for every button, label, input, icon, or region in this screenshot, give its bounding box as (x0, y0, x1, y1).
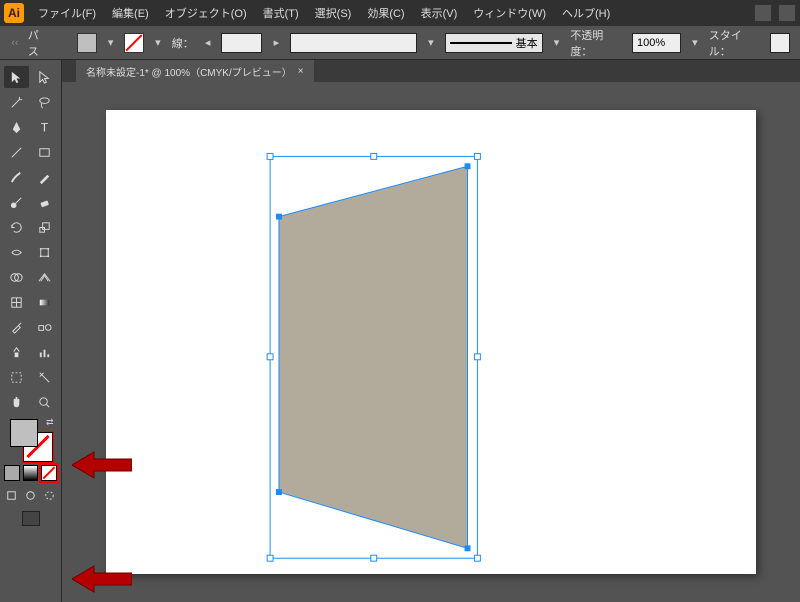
color-mode-button[interactable] (4, 465, 20, 481)
screen-mode-button[interactable] (22, 511, 40, 526)
app-logo: Ai (4, 3, 24, 23)
menu-window[interactable]: ウィンドウ(W) (471, 1, 548, 25)
free-transform-tool[interactable] (32, 241, 57, 263)
draw-inside-icon[interactable] (41, 484, 57, 506)
scale-tool[interactable] (32, 216, 57, 238)
artboard-tool[interactable] (4, 366, 29, 388)
shape-builder-tool[interactable] (4, 266, 29, 288)
brush-dropdown-icon[interactable]: ▾ (425, 34, 437, 52)
fill-color-box[interactable] (10, 419, 38, 447)
artboard[interactable] (106, 110, 756, 574)
fill-dropdown-icon[interactable]: ▾ (105, 34, 117, 52)
tab-title: 名称未設定-1* @ 100%（CMYK/プレビュー） (86, 64, 292, 79)
menu-format[interactable]: 書式(T) (261, 1, 301, 25)
menu-object[interactable]: オブジェクト(O) (163, 1, 249, 25)
menu-edit[interactable]: 編集(E) (110, 1, 151, 25)
tab-close-icon[interactable]: × (298, 66, 304, 77)
menu-view[interactable]: 表示(V) (419, 1, 460, 25)
menu-file[interactable]: ファイル(F) (36, 1, 98, 25)
pen-tool[interactable] (4, 116, 29, 138)
symbol-sprayer-tool[interactable] (4, 341, 29, 363)
style-label: スタイル： (709, 27, 763, 59)
draw-behind-icon[interactable] (23, 484, 39, 506)
swap-fill-stroke-icon[interactable]: ⇄ (46, 417, 54, 428)
document-tab[interactable]: 名称未設定-1* @ 100%（CMYK/プレビュー） × (76, 60, 314, 82)
column-graph-tool[interactable] (32, 341, 57, 363)
profile-dropdown-icon[interactable]: ▾ (551, 34, 563, 52)
paintbrush-tool[interactable] (4, 166, 29, 188)
fill-stroke-indicator: ⇄ (10, 419, 52, 461)
menu-effect[interactable]: 効果(C) (365, 1, 406, 25)
width-tool[interactable] (4, 241, 29, 263)
blob-brush-tool[interactable] (4, 191, 29, 213)
mesh-tool[interactable] (4, 291, 29, 313)
selection-tool[interactable] (4, 66, 29, 88)
selection-type-label: パス (28, 27, 49, 59)
stroke-weight-inc-icon[interactable]: ▸ (270, 34, 282, 52)
workspace: T ⇄ (0, 60, 800, 602)
menu-help[interactable]: ヘルプ(H) (560, 1, 612, 25)
brush-definition-input[interactable] (290, 33, 417, 53)
gradient-tool[interactable] (32, 291, 57, 313)
stroke-swatch[interactable] (124, 33, 144, 53)
lasso-tool[interactable] (32, 91, 57, 113)
direct-selection-tool[interactable] (32, 66, 57, 88)
arrange-icon[interactable] (778, 4, 796, 22)
bridge-icon[interactable] (754, 4, 772, 22)
pencil-tool[interactable] (32, 166, 57, 188)
stroke-weight-input[interactable] (221, 33, 262, 53)
annotation-arrow-top (72, 448, 132, 482)
panel-collapse-icon[interactable]: ‹‹ (10, 37, 20, 49)
rotate-tool[interactable] (4, 216, 29, 238)
slice-tool[interactable] (32, 366, 57, 388)
control-bar: ‹‹ パス ▾ ▾ 線： ◂ ▸ ▾ 基本 ▾ 不透明度： 100% ▾ スタイ… (0, 26, 800, 60)
eraser-tool[interactable] (32, 191, 57, 213)
eyedropper-tool[interactable] (4, 316, 29, 338)
stroke-dropdown-icon[interactable]: ▾ (152, 34, 164, 52)
none-mode-button[interactable] (41, 465, 57, 481)
magic-wand-tool[interactable] (4, 91, 29, 113)
artboard-svg (106, 110, 756, 574)
document-tabs: 名称未設定-1* @ 100%（CMYK/プレビュー） × (62, 60, 800, 82)
annotation-arrow-bottom (72, 562, 132, 596)
svg-text:T: T (41, 120, 49, 134)
app-menu-bar: Ai ファイル(F) 編集(E) オブジェクト(O) 書式(T) 選択(S) 効… (0, 0, 800, 26)
zoom-tool[interactable] (32, 391, 57, 413)
gradient-mode-button[interactable] (23, 465, 39, 481)
profile-dropdown[interactable]: 基本 (445, 33, 543, 53)
hand-tool[interactable] (4, 391, 29, 413)
style-swatch[interactable] (770, 33, 790, 53)
opacity-dropdown-icon[interactable]: ▾ (689, 34, 701, 52)
draw-normal-icon[interactable] (4, 484, 20, 506)
shape-path[interactable] (279, 166, 468, 548)
type-tool[interactable]: T (32, 116, 57, 138)
document-area: 名称未設定-1* @ 100%（CMYK/プレビュー） × (62, 60, 800, 602)
rectangle-tool[interactable] (32, 141, 57, 163)
opacity-label: 不透明度： (570, 27, 624, 59)
stroke-label: 線： (172, 35, 194, 51)
canvas-wrap (62, 82, 800, 602)
fill-swatch[interactable] (77, 33, 97, 53)
perspective-grid-tool[interactable] (32, 266, 57, 288)
stroke-weight-dec-icon[interactable]: ◂ (202, 34, 214, 52)
line-segment-tool[interactable] (4, 141, 29, 163)
blend-tool[interactable] (32, 316, 57, 338)
toolbox: T ⇄ (0, 60, 62, 602)
opacity-input[interactable]: 100% (632, 33, 681, 53)
menu-select[interactable]: 選択(S) (313, 1, 354, 25)
